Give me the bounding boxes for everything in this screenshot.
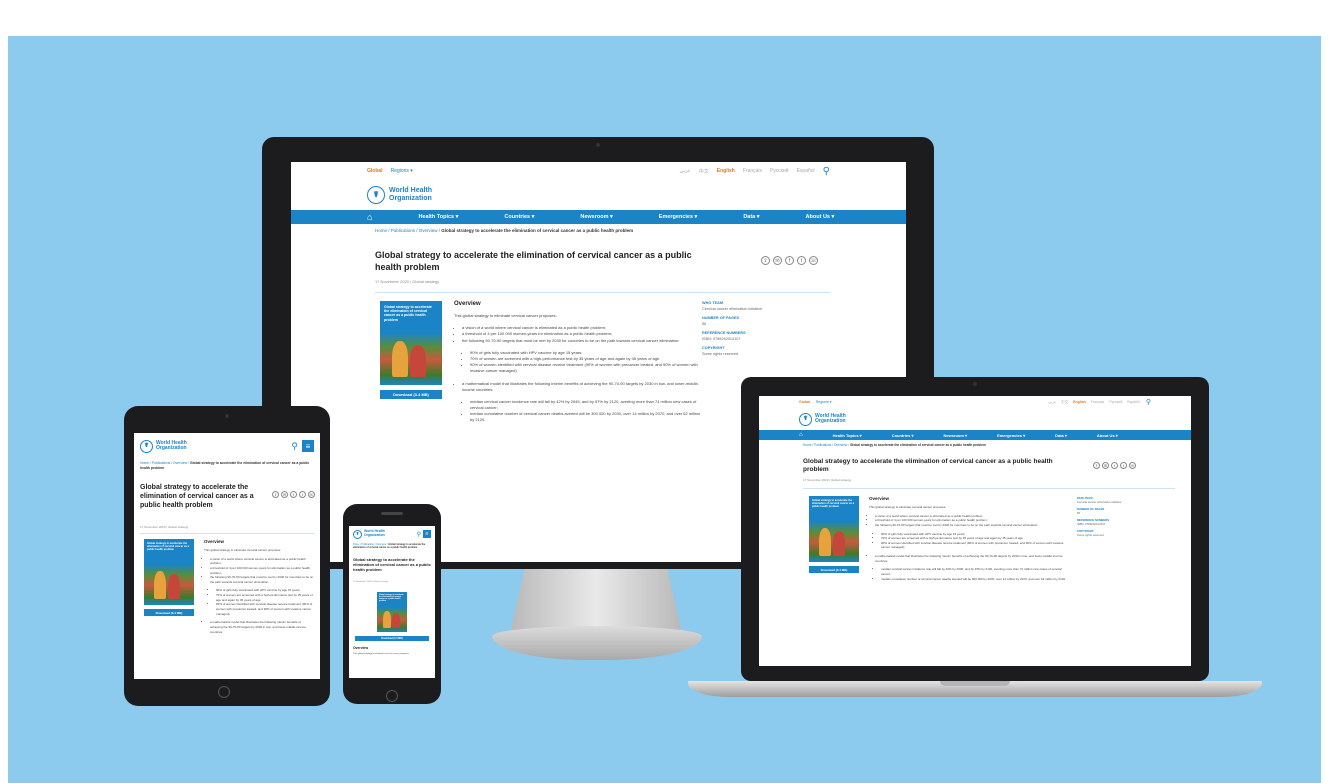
monitor-base [492, 626, 702, 660]
download-button[interactable]: Download (3.4 MB) [380, 390, 442, 399]
publication-cover-image[interactable]: Global strategy to accelerate the elimin… [380, 301, 442, 385]
publication-sidebar: WHO Team Cervical cancer elimination init… [702, 301, 763, 356]
list-item: a mathematical model that illustrates th… [462, 381, 704, 393]
nav-global-link[interactable]: Global [367, 168, 383, 174]
publication-cover-image[interactable]: Global strategy to accelerate the elimin… [144, 539, 194, 605]
email-icon[interactable]: ✉ [773, 256, 782, 265]
camera-dot [225, 414, 229, 418]
who-logo[interactable]: ☤ World Health Organization [759, 408, 1191, 430]
nav-countries[interactable]: Countries ▾ [504, 214, 534, 220]
share-buttons: ⇪ ✉ f t ☏ [761, 256, 818, 265]
breadcrumb: Home / Publications / Overview / Global … [291, 224, 906, 237]
email-icon[interactable]: ✉ [1102, 462, 1109, 469]
search-icon[interactable]: ⚲ [417, 531, 421, 538]
overview-heading: Overview [454, 301, 481, 307]
home-icon[interactable]: ⌂ [367, 212, 372, 222]
nav-data[interactable]: Data ▾ [743, 214, 759, 220]
nav-about-us[interactable]: About Us ▾ [806, 214, 835, 220]
who-emblem-icon: ☤ [367, 186, 385, 204]
overview-intro: This global strategy to eliminate cervic… [353, 653, 410, 655]
who-logo[interactable]: ☤ World Health Organization [140, 439, 187, 453]
publication-sidebar: WHO Team Cervical cancer elimination init… [1077, 496, 1122, 538]
lang-es[interactable]: Español [797, 168, 815, 175]
facebook-icon[interactable]: f [785, 256, 794, 265]
phone-speaker [381, 512, 403, 515]
phone-home-button [386, 690, 398, 702]
tablet-screen: ☤ World Health Organization ⚲ ≡ Home / Pu… [134, 433, 320, 679]
page-title: Global strategy to accelerate the elimin… [140, 484, 254, 510]
overview-heading: Overview [869, 496, 890, 501]
whatsapp-icon[interactable]: ☏ [308, 491, 315, 498]
share-icon[interactable]: ⇪ [272, 491, 279, 498]
nav-emergencies[interactable]: Emergencies ▾ [659, 214, 698, 220]
nav-regions-link[interactable]: Regions ▾ [391, 168, 413, 174]
search-icon[interactable]: ⚲ [291, 441, 298, 452]
section-divider [375, 292, 830, 293]
breadcrumb: Home / Publications / Overview / Global … [353, 543, 426, 550]
overview-heading: Overview [204, 539, 225, 544]
nav-newsroom[interactable]: Newsroom ▾ [580, 214, 612, 220]
twitter-icon[interactable]: t [1120, 462, 1127, 469]
publish-date: 17 November 2020 | Global strategy [140, 525, 189, 529]
share-buttons: ⇪ ✉ f t ☏ [1093, 462, 1136, 469]
page-title: Global strategy to accelerate the elimin… [803, 458, 1053, 474]
who-logo[interactable]: ☤ World Health Organization [291, 180, 906, 210]
share-icon[interactable]: ⇪ [1093, 462, 1100, 469]
overview-intro: This global strategy to eliminate cervic… [454, 313, 557, 318]
publish-date: 17 November 2020 | Global strategy [375, 279, 440, 284]
email-icon[interactable]: ✉ [281, 491, 288, 498]
twitter-icon[interactable]: t [797, 256, 806, 265]
menu-icon[interactable]: ≡ [423, 530, 431, 538]
tablet-home-button [218, 686, 230, 698]
list-item: median cumulative number of cervical can… [470, 411, 704, 423]
lang-ru[interactable]: Русский [770, 168, 789, 175]
list-item: 90% of women identified with cervical di… [470, 362, 704, 374]
download-button[interactable]: Download (3.4 MB) [355, 636, 429, 641]
list-item: the following 90-70-90 targets that must… [462, 338, 704, 344]
breadcrumb-links[interactable]: Home / Publications / Overview / [375, 228, 441, 233]
nav-health-topics[interactable]: Health Topics ▾ [418, 214, 458, 220]
publication-cover-image[interactable]: Global strategy to accelerate the elimin… [377, 592, 407, 632]
twitter-icon[interactable]: t [299, 491, 306, 498]
lang-fr[interactable]: Français [743, 168, 762, 175]
share-buttons: ⇪ ✉ f t ☏ [272, 491, 315, 498]
publish-date: 17 November 2020 | Global strategy [803, 478, 852, 482]
phone-screen: ☤ World Health Organization ⚲ ≡ Home / Pu… [349, 526, 435, 678]
who-emblem-icon: ☤ [353, 529, 362, 539]
whatsapp-icon[interactable]: ☏ [809, 256, 818, 265]
download-button[interactable]: Download (3.4 MB) [809, 566, 859, 573]
monitor-stand [511, 569, 681, 629]
search-icon[interactable]: ⚲ [823, 166, 830, 177]
page-title: Global strategy to accelerate the elimin… [353, 557, 431, 573]
overview-heading: Overview [353, 646, 369, 650]
home-icon[interactable]: ⌂ [799, 432, 803, 438]
facebook-icon[interactable]: f [290, 491, 297, 498]
lang-en[interactable]: English [717, 168, 735, 175]
camera-dot [596, 143, 600, 147]
who-logo[interactable]: ☤ World Health Organization [353, 529, 385, 539]
breadcrumb: Home / Publications / Overview / Global … [140, 461, 310, 470]
menu-icon[interactable]: ≡ [302, 440, 314, 452]
section-divider [140, 533, 314, 534]
who-emblem-icon: ☤ [140, 439, 153, 453]
lang-ar[interactable]: عربي [679, 168, 690, 175]
search-icon[interactable]: ⚲ [1146, 398, 1151, 406]
breadcrumb-current: Global strategy to accelerate the elimin… [441, 228, 634, 233]
section-divider [803, 488, 1175, 489]
publication-cover-image[interactable]: Global strategy to accelerate the elimin… [809, 496, 859, 562]
list-item: median cervical cancer incidence rate wi… [470, 399, 704, 411]
hero-background: Global Regions ▾ عربي 中文 English Françai… [8, 36, 1321, 783]
lang-zh[interactable]: 中文 [699, 168, 709, 175]
facebook-icon[interactable]: f [1111, 462, 1118, 469]
laptop-notch [940, 681, 1010, 686]
breadcrumb: Home / Publications / Overview / Global … [803, 443, 986, 447]
whatsapp-icon[interactable]: ☏ [1129, 462, 1136, 469]
laptop-screen: Global Regions ▾ عربي 中文 English Françai… [759, 396, 1191, 666]
who-emblem-icon: ☤ [799, 412, 812, 426]
share-icon[interactable]: ⇪ [761, 256, 770, 265]
publish-date: 17 November 2020 | Global strategy [353, 581, 389, 583]
camera-dot [973, 382, 977, 386]
download-button[interactable]: Download (3.4 MB) [144, 609, 194, 616]
page-title: Global strategy to accelerate the elimin… [375, 250, 692, 272]
